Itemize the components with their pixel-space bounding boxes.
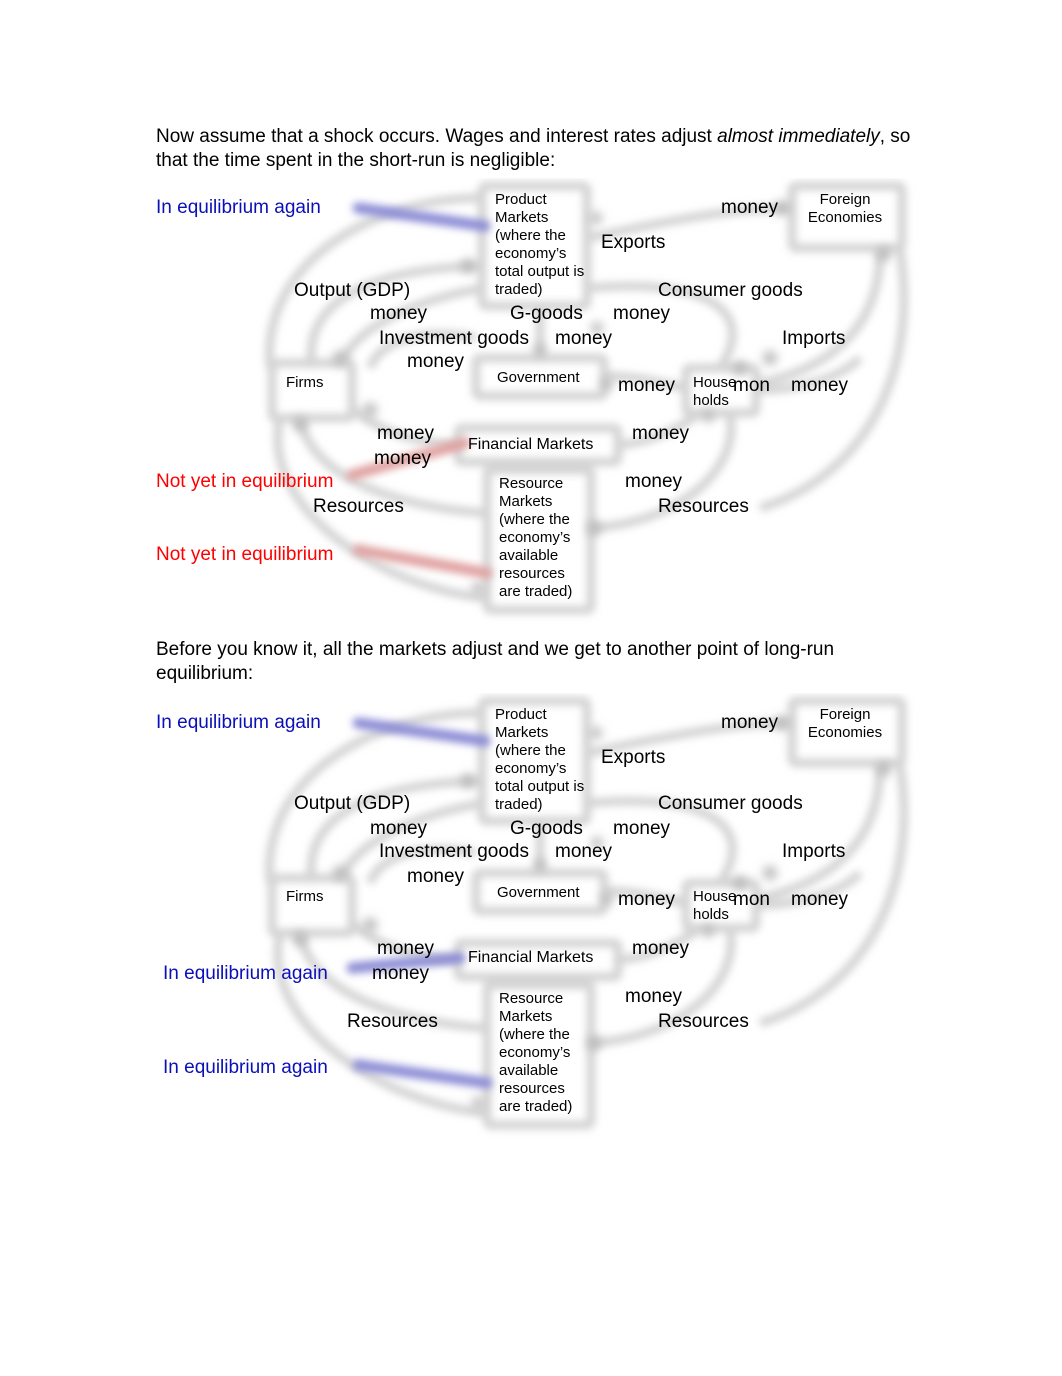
- resource-markets-label: Resource Markets (where the economy’s av…: [499, 475, 573, 600]
- flow-label-money: money: [377, 938, 435, 959]
- status-label-financial-markets: Not yet in equilibrium: [156, 471, 334, 492]
- imports-flow-arrow: [759, 249, 885, 388]
- firms-label: Firms: [286, 888, 324, 905]
- flow-label-investment-goods: Investment goods: [379, 328, 529, 349]
- flow-label-money: money: [625, 986, 683, 1007]
- flow-label-money: money: [721, 197, 779, 218]
- flow-label-money: money: [370, 303, 428, 324]
- flow-label-money: money: [791, 889, 849, 910]
- flow-label-money: money: [791, 375, 849, 396]
- status-label-resource-markets: Not yet in equilibrium: [156, 544, 334, 565]
- flow-label-money: money: [613, 818, 671, 839]
- circular-flow-diagram-long-run: In equilibrium again In equilibrium agai…: [0, 693, 1062, 1143]
- households-label-line2: holds: [693, 906, 729, 923]
- flow-label-investment-goods: Investment goods: [379, 841, 529, 862]
- flow-label-money: money: [374, 448, 432, 469]
- circular-flow-diagram-short-run: In equilibrium again Not yet in equilibr…: [0, 178, 1062, 628]
- government-label: Government: [497, 884, 580, 901]
- flow-label-resources: Resources: [347, 1011, 438, 1032]
- flow-label-imports: Imports: [782, 328, 846, 349]
- flow-label-consumer-goods: Consumer goods: [658, 280, 803, 301]
- flow-label-mon-truncated: mon: [733, 375, 770, 396]
- flow-label-money: money: [618, 889, 676, 910]
- flow-label-mon-truncated: mon: [733, 889, 770, 910]
- intro-paragraph-shock: Now assume that a shock occurs. Wages an…: [156, 125, 916, 173]
- flow-label-money: money: [625, 471, 683, 492]
- flow-label-output-gdp: Output (GDP): [294, 793, 411, 814]
- flow-label-money: money: [370, 818, 428, 839]
- product-markets-label: Product Markets (where the economy’s tot…: [495, 706, 585, 813]
- flow-label-money: money: [613, 303, 671, 324]
- flow-label-g-goods: G-goods: [510, 303, 583, 324]
- resource-markets-label: Resource Markets (where the economy’s av…: [499, 990, 573, 1115]
- flow-label-g-goods: G-goods: [510, 818, 583, 839]
- flow-label-resources: Resources: [658, 1011, 749, 1032]
- financial-markets-label: Financial Markets: [468, 949, 594, 966]
- status-label-product-markets: In equilibrium again: [156, 712, 321, 733]
- flow-label-money: money: [721, 712, 779, 733]
- flow-label-money: money: [632, 938, 690, 959]
- status-label-financial-markets: In equilibrium again: [163, 963, 328, 984]
- intro-paragraph-long-run: Before you know it, all the markets adju…: [156, 639, 835, 684]
- government-label: Government: [497, 369, 580, 386]
- status-label-product-markets: In equilibrium again: [156, 197, 321, 218]
- households-label-line2: holds: [693, 392, 729, 409]
- product-markets-label: Product Markets (where the economy’s tot…: [495, 191, 585, 298]
- status-label-resource-markets: In equilibrium again: [163, 1057, 328, 1078]
- flow-label-money: money: [372, 963, 430, 984]
- flow-label-resources: Resources: [313, 496, 404, 517]
- flow-label-money: money: [632, 423, 690, 444]
- foreign-economies-label: Foreign Economies: [807, 191, 883, 226]
- flow-label-money: money: [377, 423, 435, 444]
- flow-label-imports: Imports: [782, 841, 846, 862]
- flow-label-output-gdp: Output (GDP): [294, 280, 411, 301]
- flow-label-money: money: [407, 351, 465, 372]
- flow-label-exports: Exports: [601, 747, 666, 768]
- flow-label-exports: Exports: [601, 232, 666, 253]
- flow-label-money: money: [407, 866, 465, 887]
- flow-label-money: money: [618, 375, 676, 396]
- paragraph-text: Now assume that a shock occurs. Wages an…: [156, 126, 718, 147]
- italic-emphasis: almost immediately: [717, 126, 880, 147]
- financial-markets-label: Financial Markets: [468, 436, 594, 453]
- households-label-line1: House: [693, 374, 737, 391]
- flow-label-resources: Resources: [658, 496, 749, 517]
- households-label-line1: House: [693, 888, 737, 905]
- flow-label-consumer-goods: Consumer goods: [658, 793, 803, 814]
- flow-label-money: money: [555, 328, 613, 349]
- flow-label-money: money: [555, 841, 613, 862]
- firms-label: Firms: [286, 374, 324, 391]
- foreign-economies-label: Foreign Economies: [807, 706, 883, 741]
